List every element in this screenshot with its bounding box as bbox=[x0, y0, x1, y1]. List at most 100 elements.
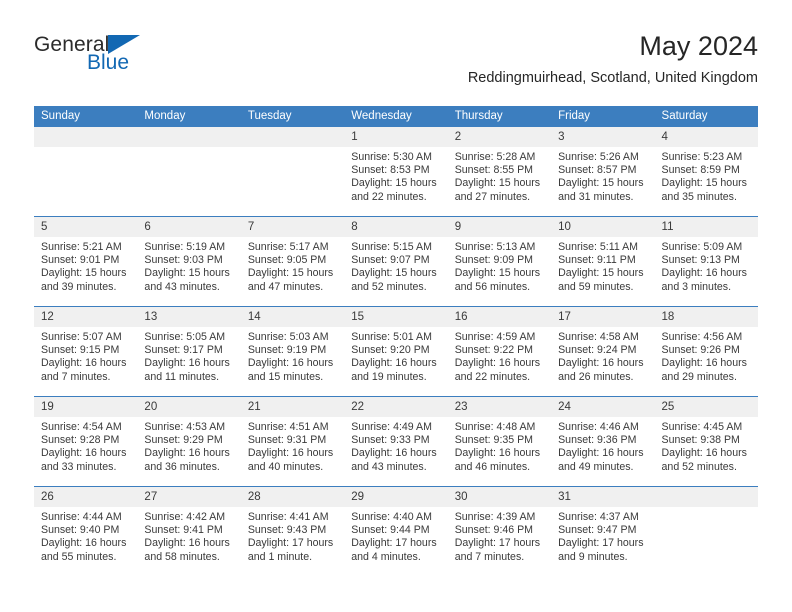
calendar-day-cell[interactable]: 16 Sunrise: 4:59 AM Sunset: 9:22 PM Dayl… bbox=[447, 306, 552, 397]
calendar-day-cell[interactable]: 12 Sunrise: 5:07 AM Sunset: 9:15 PM Dayl… bbox=[34, 306, 138, 397]
day-details: Sunrise: 4:37 AM Sunset: 9:47 PM Dayligh… bbox=[551, 507, 654, 564]
sunrise-text: Sunrise: 5:05 AM bbox=[144, 331, 226, 343]
calendar-day-cell[interactable]: 11 Sunrise: 5:09 AM Sunset: 9:13 PM Dayl… bbox=[654, 216, 758, 307]
calendar-day-cell[interactable]: 21 Sunrise: 4:51 AM Sunset: 9:31 PM Dayl… bbox=[240, 396, 345, 487]
logo-text-blue: Blue bbox=[87, 51, 130, 74]
daylight-text: Daylight: 16 hours and 55 minutes. bbox=[41, 537, 127, 563]
calendar-day-cell[interactable]: 29 Sunrise: 4:40 AM Sunset: 9:44 PM Dayl… bbox=[344, 486, 448, 576]
calendar-day-cell[interactable] bbox=[654, 486, 758, 576]
sunrise-text: Sunrise: 4:41 AM bbox=[247, 511, 329, 523]
daylight-text: Daylight: 15 hours and 31 minutes. bbox=[558, 177, 644, 203]
calendar-day-cell[interactable]: 13 Sunrise: 5:05 AM Sunset: 9:17 PM Dayl… bbox=[137, 306, 241, 397]
calendar-day-cell[interactable]: 3 Sunrise: 5:26 AM Sunset: 8:57 PM Dayli… bbox=[551, 127, 655, 217]
day-details: Sunrise: 5:13 AM Sunset: 9:09 PM Dayligh… bbox=[448, 237, 551, 294]
calendar-day-cell[interactable]: 5 Sunrise: 5:21 AM Sunset: 9:01 PM Dayli… bbox=[34, 216, 138, 307]
sunrise-text: Sunrise: 4:37 AM bbox=[558, 511, 639, 523]
sunset-text: Sunset: 9:05 PM bbox=[247, 254, 327, 267]
calendar-day-cell[interactable]: 1 Sunrise: 5:30 AM Sunset: 8:53 PM Dayli… bbox=[344, 127, 448, 217]
sunrise-text: Sunrise: 4:48 AM bbox=[454, 421, 536, 433]
daylight-text: Daylight: 15 hours and 47 minutes. bbox=[247, 267, 334, 293]
day-number bbox=[137, 127, 241, 147]
general-blue-logo: General Blue bbox=[34, 34, 234, 90]
calendar-day-cell[interactable] bbox=[240, 127, 345, 217]
day-details: Sunrise: 5:17 AM Sunset: 9:05 PM Dayligh… bbox=[241, 237, 344, 294]
sunrise-text: Sunrise: 5:03 AM bbox=[247, 331, 329, 343]
daylight-text: Daylight: 16 hours and 19 minutes. bbox=[351, 357, 437, 383]
sunrise-text: Sunrise: 4:39 AM bbox=[454, 511, 536, 523]
daylight-text: Daylight: 16 hours and 46 minutes. bbox=[454, 447, 541, 473]
day-number: 1 bbox=[344, 127, 448, 147]
weekday-header-monday: Monday bbox=[137, 106, 241, 127]
day-details: Sunrise: 5:26 AM Sunset: 8:57 PM Dayligh… bbox=[551, 147, 654, 204]
calendar-day-cell[interactable]: 26 Sunrise: 4:44 AM Sunset: 9:40 PM Dayl… bbox=[34, 486, 138, 576]
day-number: 16 bbox=[447, 307, 552, 327]
daylight-text: Daylight: 16 hours and 22 minutes. bbox=[454, 357, 541, 383]
day-number: 25 bbox=[654, 397, 758, 417]
calendar-day-cell[interactable]: 14 Sunrise: 5:03 AM Sunset: 9:19 PM Dayl… bbox=[240, 306, 345, 397]
day-number: 21 bbox=[240, 397, 345, 417]
day-number: 20 bbox=[137, 397, 241, 417]
calendar-day-cell[interactable]: 27 Sunrise: 4:42 AM Sunset: 9:41 PM Dayl… bbox=[137, 486, 241, 576]
sunrise-text: Sunrise: 5:30 AM bbox=[351, 151, 432, 163]
sunrise-text: Sunrise: 5:11 AM bbox=[558, 241, 638, 253]
sunset-text: Sunset: 8:57 PM bbox=[558, 164, 637, 177]
calendar-day-cell[interactable]: 22 Sunrise: 4:49 AM Sunset: 9:33 PM Dayl… bbox=[344, 396, 448, 487]
calendar-day-cell[interactable]: 23 Sunrise: 4:48 AM Sunset: 9:35 PM Dayl… bbox=[447, 396, 552, 487]
daylight-text: Daylight: 16 hours and 29 minutes. bbox=[661, 357, 747, 383]
day-details: Sunrise: 4:59 AM Sunset: 9:22 PM Dayligh… bbox=[448, 327, 551, 384]
sunrise-text: Sunrise: 4:44 AM bbox=[41, 511, 122, 523]
calendar-day-cell[interactable]: 31 Sunrise: 4:37 AM Sunset: 9:47 PM Dayl… bbox=[551, 486, 655, 576]
calendar-day-cell[interactable]: 15 Sunrise: 5:01 AM Sunset: 9:20 PM Dayl… bbox=[344, 306, 448, 397]
sunrise-text: Sunrise: 5:01 AM bbox=[351, 331, 432, 343]
calendar-day-cell[interactable]: 28 Sunrise: 4:41 AM Sunset: 9:43 PM Dayl… bbox=[240, 486, 345, 576]
daylight-text: Daylight: 16 hours and 52 minutes. bbox=[661, 447, 747, 473]
calendar-day-cell[interactable]: 25 Sunrise: 4:45 AM Sunset: 9:38 PM Dayl… bbox=[654, 396, 758, 487]
calendar-day-cell[interactable]: 7 Sunrise: 5:17 AM Sunset: 9:05 PM Dayli… bbox=[240, 216, 345, 307]
calendar-header-row: Sunday Monday Tuesday Wednesday Thursday… bbox=[34, 106, 758, 127]
daylight-text: Daylight: 16 hours and 26 minutes. bbox=[558, 357, 644, 383]
calendar-day-cell[interactable]: 6 Sunrise: 5:19 AM Sunset: 9:03 PM Dayli… bbox=[137, 216, 241, 307]
sunset-text: Sunset: 9:31 PM bbox=[247, 434, 327, 447]
day-details: Sunrise: 5:21 AM Sunset: 9:01 PM Dayligh… bbox=[34, 237, 137, 294]
day-number: 28 bbox=[240, 487, 345, 507]
calendar-day-cell[interactable] bbox=[34, 127, 138, 217]
sunrise-text: Sunrise: 4:40 AM bbox=[351, 511, 432, 523]
sunrise-text: Sunrise: 5:26 AM bbox=[558, 151, 639, 163]
sunset-text: Sunset: 9:03 PM bbox=[144, 254, 223, 267]
day-details: Sunrise: 5:15 AM Sunset: 9:07 PM Dayligh… bbox=[344, 237, 447, 294]
calendar-day-cell[interactable]: 17 Sunrise: 4:58 AM Sunset: 9:24 PM Dayl… bbox=[551, 306, 655, 397]
sunset-text: Sunset: 9:40 PM bbox=[41, 524, 120, 537]
calendar-day-cell[interactable]: 24 Sunrise: 4:46 AM Sunset: 9:36 PM Dayl… bbox=[551, 396, 655, 487]
calendar-day-cell[interactable]: 20 Sunrise: 4:53 AM Sunset: 9:29 PM Dayl… bbox=[137, 396, 241, 487]
calendar-day-cell[interactable] bbox=[137, 127, 241, 217]
sunset-text: Sunset: 9:36 PM bbox=[558, 434, 637, 447]
calendar-day-cell[interactable]: 30 Sunrise: 4:39 AM Sunset: 9:46 PM Dayl… bbox=[447, 486, 552, 576]
day-details: Sunrise: 5:03 AM Sunset: 9:19 PM Dayligh… bbox=[241, 327, 344, 384]
sunrise-text: Sunrise: 5:17 AM bbox=[247, 241, 329, 253]
sunrise-text: Sunrise: 5:13 AM bbox=[454, 241, 536, 253]
day-number: 12 bbox=[34, 307, 138, 327]
day-details: Sunrise: 4:46 AM Sunset: 9:36 PM Dayligh… bbox=[551, 417, 654, 474]
calendar-day-cell[interactable]: 8 Sunrise: 5:15 AM Sunset: 9:07 PM Dayli… bbox=[344, 216, 448, 307]
daylight-text: Daylight: 16 hours and 58 minutes. bbox=[144, 537, 230, 563]
sunrise-text: Sunrise: 4:45 AM bbox=[661, 421, 743, 433]
daylight-text: Daylight: 17 hours and 7 minutes. bbox=[454, 537, 541, 563]
day-details: Sunrise: 4:39 AM Sunset: 9:46 PM Dayligh… bbox=[448, 507, 551, 564]
calendar-day-cell[interactable]: 2 Sunrise: 5:28 AM Sunset: 8:55 PM Dayli… bbox=[447, 127, 552, 217]
calendar-day-cell[interactable]: 10 Sunrise: 5:11 AM Sunset: 9:11 PM Dayl… bbox=[551, 216, 655, 307]
sunrise-text: Sunrise: 4:59 AM bbox=[454, 331, 536, 343]
day-number: 23 bbox=[447, 397, 552, 417]
sunset-text: Sunset: 9:17 PM bbox=[144, 344, 223, 357]
weekday-header-wednesday: Wednesday bbox=[344, 106, 448, 127]
daylight-text: Daylight: 15 hours and 35 minutes. bbox=[661, 177, 747, 203]
calendar-day-cell[interactable]: 9 Sunrise: 5:13 AM Sunset: 9:09 PM Dayli… bbox=[447, 216, 552, 307]
daylight-text: Daylight: 16 hours and 36 minutes. bbox=[144, 447, 230, 473]
sunrise-text: Sunrise: 5:15 AM bbox=[351, 241, 432, 253]
calendar-day-cell[interactable]: 18 Sunrise: 4:56 AM Sunset: 9:26 PM Dayl… bbox=[654, 306, 758, 397]
sunset-text: Sunset: 9:28 PM bbox=[41, 434, 120, 447]
calendar-day-cell[interactable]: 4 Sunrise: 5:23 AM Sunset: 8:59 PM Dayli… bbox=[654, 127, 758, 217]
calendar-day-cell[interactable]: 19 Sunrise: 4:54 AM Sunset: 9:28 PM Dayl… bbox=[34, 396, 138, 487]
day-details: Sunrise: 4:44 AM Sunset: 9:40 PM Dayligh… bbox=[34, 507, 137, 564]
day-number: 6 bbox=[137, 217, 241, 237]
day-number: 10 bbox=[551, 217, 655, 237]
